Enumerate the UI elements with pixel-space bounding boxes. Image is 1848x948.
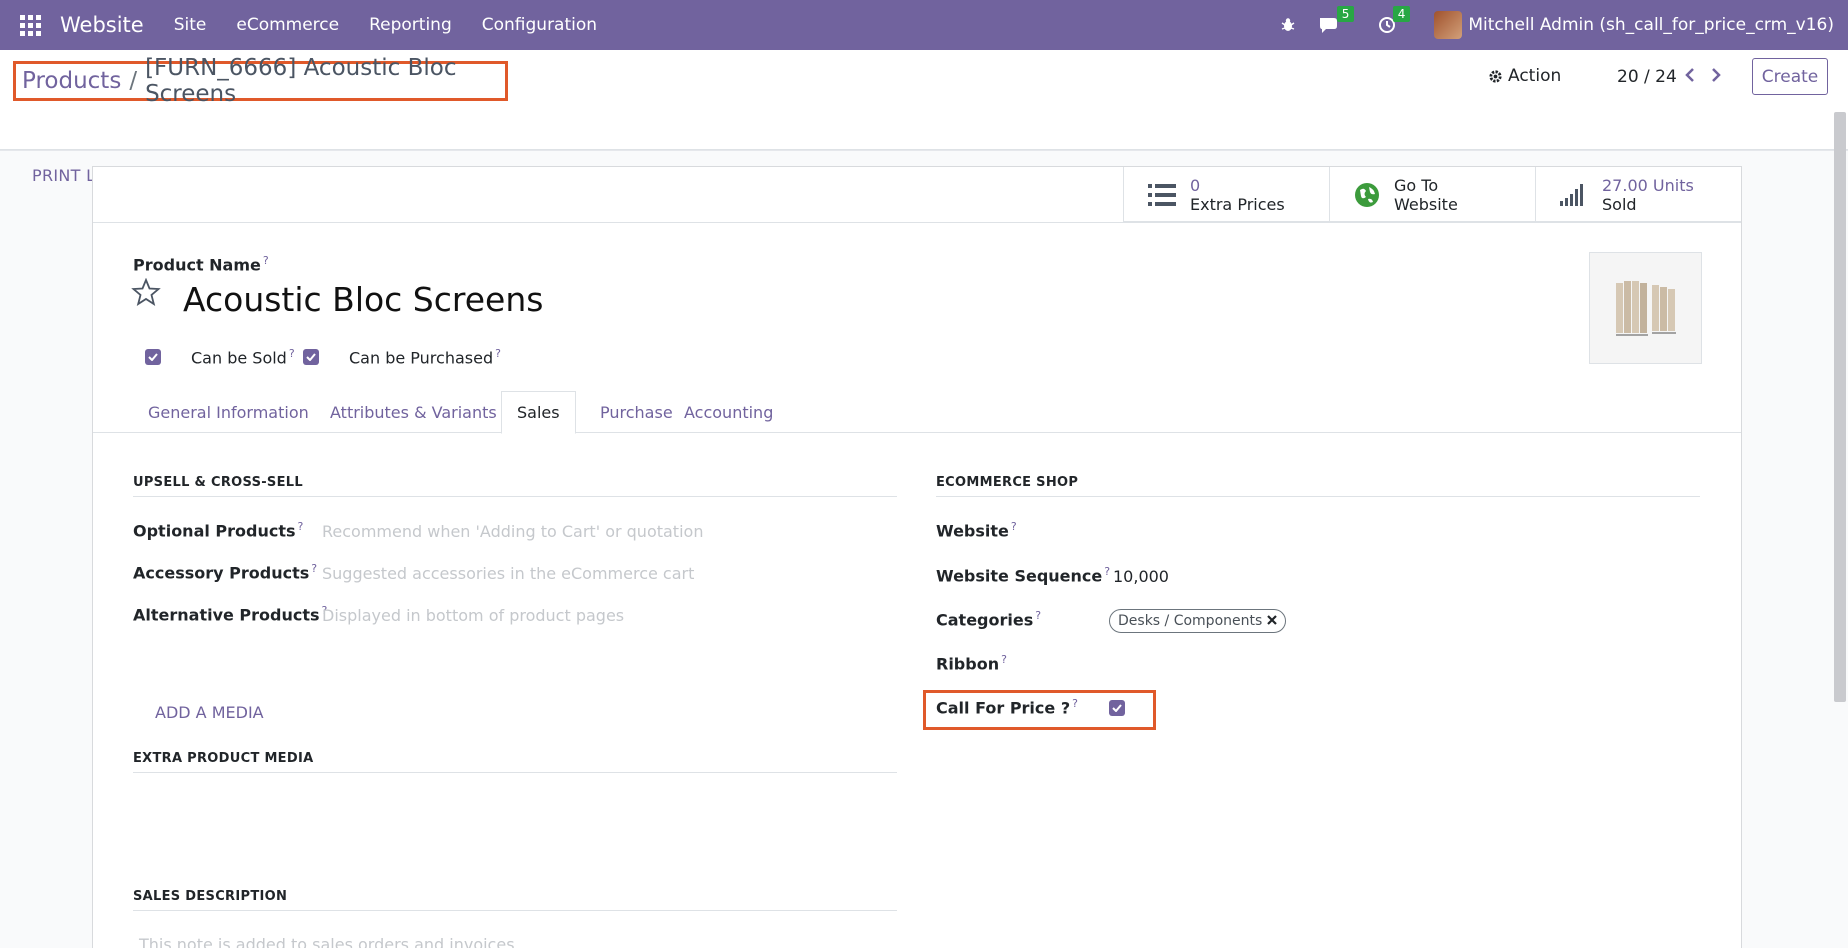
accessory-products-input[interactable]: Suggested accessories in the eCommerce c… xyxy=(322,564,694,583)
website-label-text: Website xyxy=(936,521,1009,541)
product-name-field[interactable]: Acoustic Bloc Screens xyxy=(183,280,543,319)
category-tag-label: Desks / Components xyxy=(1118,613,1263,629)
globe-icon xyxy=(1355,182,1379,207)
can-be-purchased-label-text: Can be Purchased xyxy=(349,348,494,368)
help-tooltip[interactable]: ? xyxy=(298,520,304,533)
category-tag: Desks / Components xyxy=(1109,609,1287,633)
debug-bug-icon[interactable] xyxy=(1280,17,1296,33)
categories-label: Categories? xyxy=(936,609,1041,629)
website-sequence-label-text: Website Sequence xyxy=(936,566,1103,586)
help-tooltip[interactable]: ? xyxy=(311,562,317,575)
optional-products-input[interactable]: Recommend when 'Adding to Cart' or quota… xyxy=(322,522,703,541)
top-navbar: Website Site eCommerce Reporting Configu… xyxy=(0,0,1848,50)
list-icon xyxy=(1148,183,1176,206)
messages-count-badge: 5 xyxy=(1336,6,1355,22)
can-be-purchased-row: Can be Purchased? xyxy=(303,347,501,367)
menu-site[interactable]: Site xyxy=(174,15,207,35)
can-be-purchased-checkbox[interactable] xyxy=(303,349,319,366)
activities-count-badge: 4 xyxy=(1392,6,1411,22)
breadcrumb: Products / [FURN_6666] Acoustic Bloc Scr… xyxy=(13,55,508,107)
help-tooltip[interactable]: ? xyxy=(1035,609,1041,622)
page-scrollbar[interactable] xyxy=(1834,112,1846,702)
help-tooltip[interactable]: ? xyxy=(263,254,269,267)
extra-prices-button[interactable]: 0 Extra Prices xyxy=(1123,167,1329,222)
ecommerce-section-title: ECOMMERCE SHOP xyxy=(936,475,1700,497)
help-tooltip[interactable]: ? xyxy=(1104,565,1110,578)
extra-prices-label: Extra Prices xyxy=(1190,194,1285,214)
menu-reporting[interactable]: Reporting xyxy=(369,15,452,35)
help-tooltip[interactable]: ? xyxy=(495,347,501,360)
alternative-products-label: Alternative Products? xyxy=(133,604,327,624)
acoustic-screen-image xyxy=(1615,281,1676,336)
remove-tag-close-icon[interactable] xyxy=(1267,613,1278,629)
avatar xyxy=(1434,11,1463,39)
extra-media-section-title: EXTRA PRODUCT MEDIA xyxy=(133,751,897,773)
tab-general-information[interactable]: General Information xyxy=(133,391,324,434)
user-name: Mitchell Admin (sh_call_for_price_crm_v1… xyxy=(1468,15,1834,35)
can-be-sold-label-text: Can be Sold xyxy=(191,348,287,368)
user-menu[interactable]: Mitchell Admin (sh_call_for_price_crm_v1… xyxy=(1434,11,1834,39)
product-image[interactable] xyxy=(1589,252,1702,364)
units-sold-value: 27.00 Units xyxy=(1602,175,1694,195)
breadcrumb-products-link[interactable]: Products xyxy=(22,68,121,94)
accessory-products-label-text: Accessory Products xyxy=(133,563,310,583)
website-label: Website xyxy=(1394,194,1458,214)
gear-icon xyxy=(1489,69,1502,83)
go-to-website-button[interactable]: Go To Website xyxy=(1329,167,1535,222)
accessory-products-label: Accessory Products? xyxy=(133,562,317,582)
help-tooltip[interactable]: ? xyxy=(289,347,295,360)
units-sold-button[interactable]: 27.00 Units Sold xyxy=(1535,167,1741,222)
activities-clock-icon[interactable]: 4 xyxy=(1378,6,1411,34)
add-media-button[interactable]: ADD A MEDIA xyxy=(155,703,264,722)
optional-products-label-text: Optional Products xyxy=(133,521,296,541)
categories-label-text: Categories xyxy=(936,610,1034,630)
menu-ecommerce[interactable]: eCommerce xyxy=(236,15,339,35)
breadcrumb-separator: / xyxy=(129,68,138,94)
product-name-label-text: Product Name xyxy=(133,255,261,275)
sales-description-input[interactable]: This note is added to sales orders and i… xyxy=(139,935,520,948)
optional-products-label: Optional Products? xyxy=(133,520,303,540)
messages-icon[interactable]: 5 xyxy=(1318,6,1355,34)
extra-prices-value: 0 xyxy=(1190,175,1201,195)
can-be-sold-checkbox[interactable] xyxy=(145,349,161,366)
sales-description-section-title: SALES DESCRIPTION xyxy=(133,889,897,911)
form-sheet: 0 Extra Prices Go To Website 27.00 Units So… xyxy=(92,166,1742,948)
pager-value[interactable]: 20 / 24 xyxy=(1617,67,1677,87)
favorite-star-icon[interactable] xyxy=(131,277,161,311)
tab-attributes-variants[interactable]: Attributes & Variants xyxy=(315,391,512,434)
help-tooltip[interactable]: ? xyxy=(1001,653,1007,666)
website-label: Website? xyxy=(936,520,1017,540)
tab-accounting[interactable]: Accounting xyxy=(669,391,788,434)
can-be-sold-row: Can be Sold? xyxy=(145,347,295,367)
pager-previous-chevron-left-icon[interactable] xyxy=(1681,64,1699,86)
can-be-purchased-label: Can be Purchased? xyxy=(349,347,501,367)
go-to-label: Go To xyxy=(1394,175,1439,195)
menu-configuration[interactable]: Configuration xyxy=(482,15,597,35)
action-label: Action xyxy=(1508,66,1562,86)
help-tooltip[interactable]: ? xyxy=(1011,520,1017,533)
signal-bars-icon xyxy=(1560,183,1583,206)
alternative-products-label-text: Alternative Products xyxy=(133,605,320,625)
website-sequence-label: Website Sequence? xyxy=(936,565,1110,585)
ribbon-label: Ribbon? xyxy=(936,653,1007,673)
apps-menu-icon[interactable] xyxy=(0,0,60,50)
upsell-section-title: UPSELL & CROSS-SELL xyxy=(133,475,897,497)
create-button[interactable]: Create xyxy=(1752,58,1828,95)
pager-next-chevron-right-icon[interactable] xyxy=(1707,64,1725,86)
can-be-sold-label: Can be Sold? xyxy=(191,347,295,367)
divider xyxy=(93,222,1741,223)
app-brand[interactable]: Website xyxy=(60,13,144,37)
notebook-tabs: General Information Attributes & Variant… xyxy=(93,391,1741,434)
button-box: 0 Extra Prices Go To Website 27.00 Units So… xyxy=(1123,167,1741,222)
control-panel: Products / [FURN_6666] Acoustic Bloc Scr… xyxy=(0,50,1848,185)
ribbon-label-text: Ribbon xyxy=(936,654,1000,674)
alternative-products-input[interactable]: Displayed in bottom of product pages xyxy=(322,606,624,625)
tab-sales[interactable]: Sales xyxy=(501,391,576,434)
action-menu-button[interactable]: Action xyxy=(1488,66,1561,86)
product-name-label: Product Name? xyxy=(133,254,269,276)
breadcrumb-current: [FURN_6666] Acoustic Bloc Screens xyxy=(145,55,457,107)
call-for-price-highlight xyxy=(923,690,1156,730)
website-sequence-input[interactable]: 10,000 xyxy=(1113,567,1169,586)
units-sold-label: Sold xyxy=(1602,194,1637,214)
